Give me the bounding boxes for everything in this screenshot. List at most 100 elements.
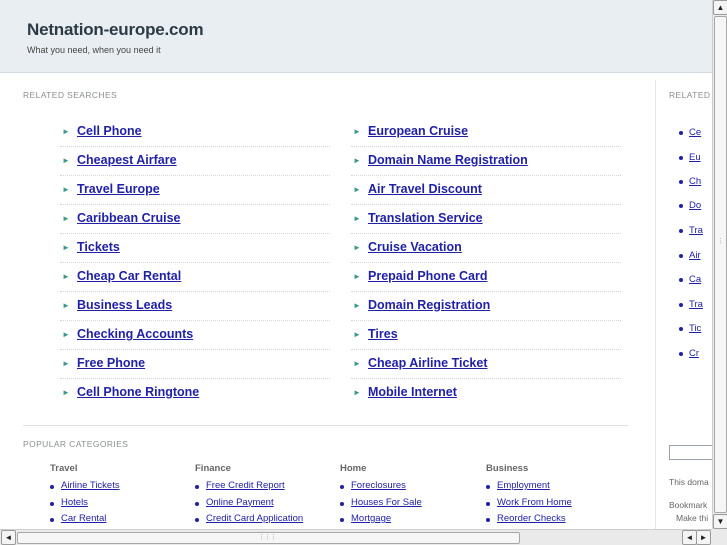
category-link[interactable]: Online Payment [206,497,274,508]
related-link[interactable]: Free Phone [77,356,145,370]
arrow-icon: ► [353,127,361,136]
vertical-scrollbar[interactable]: ▲ ⋮⋮⋮ ▼ [712,0,727,529]
bullet-icon [486,485,490,489]
arrow-icon: ► [62,243,70,252]
related-link[interactable]: Travel Europe [77,182,160,196]
list-item: Reorder Checks [486,513,626,530]
sidebar-item: Tra [679,299,703,310]
related-link[interactable]: Translation Service [368,211,483,225]
sidebar-link[interactable]: Ce [689,127,701,138]
bullet-icon [679,352,683,356]
related-link[interactable]: Air Travel Discount [368,182,482,196]
scrollbar-corner [712,529,727,545]
bullet-icon [679,180,683,184]
bookmark-link[interactable]: Bookmark [669,500,707,510]
list-item: ► Travel Europe [60,176,330,205]
make-homepage-link[interactable]: Make thi [676,513,708,523]
bullet-icon [195,501,199,506]
related-link[interactable]: Cheap Car Rental [77,269,181,283]
category-travel: Travel Airline Tickets Hotels Car Rental [50,463,190,530]
list-item: ► Mobile Internet [351,379,621,408]
related-link[interactable]: Cell Phone [77,124,142,138]
category-link[interactable]: Foreclosures [351,480,406,491]
sidebar-label: RELATED [669,90,711,100]
category-link[interactable]: Airline Tickets [61,480,120,491]
related-link[interactable]: Cruise Vacation [368,240,462,254]
category-title: Travel [50,463,78,474]
related-link[interactable]: Domain Registration [368,298,490,312]
scroll-left-button-secondary[interactable]: ◄ [682,530,697,545]
related-link[interactable]: Prepaid Phone Card [368,269,487,283]
sidebar-link[interactable]: Ca [689,274,701,285]
bullet-icon [679,278,683,282]
related-link[interactable]: Business Leads [77,298,172,312]
category-link[interactable]: Houses For Sale [351,497,422,508]
bullet-icon [679,229,683,233]
related-link[interactable]: Tickets [77,240,120,254]
list-item: ► Prepaid Phone Card [351,263,621,292]
list-item: Mortgage [340,513,480,530]
related-link[interactable]: Tires [368,327,398,341]
related-searches-label: RELATED SEARCHES [23,90,118,100]
category-link[interactable]: Car Rental [61,513,106,524]
scroll-right-button[interactable]: ► [696,530,711,545]
bullet-icon [486,518,490,522]
search-input[interactable] [669,445,712,460]
sidebar-link[interactable]: Tra [689,299,703,310]
related-searches-right-column: ► European Cruise ► Domain Name Registrati… [351,118,621,408]
category-link[interactable]: Free Credit Report [206,480,285,491]
list-item: ► Cell Phone Ringtone [60,379,330,408]
arrow-icon: ► [353,359,361,368]
arrow-icon: ► [62,330,70,339]
sidebar-link[interactable]: Eu [689,152,701,163]
list-item: ► Tickets [60,234,330,263]
category-link[interactable]: Work From Home [497,497,572,508]
list-item: Hotels [50,497,190,514]
category-finance: Finance Free Credit Report Online Paymen… [195,463,335,530]
bullet-icon [340,518,344,522]
sidebar-link[interactable]: Do [689,200,701,211]
arrow-icon: ► [62,185,70,194]
sidebar-item: Air [679,250,701,261]
sidebar-link[interactable]: Ch [689,176,701,187]
related-link[interactable]: Cheapest Airfare [77,153,177,167]
list-item: ► Caribbean Cruise [60,205,330,234]
bullet-icon [50,485,54,489]
arrow-icon: ► [62,359,70,368]
vertical-scroll-thumb[interactable]: ⋮⋮⋮ [714,16,727,513]
arrow-icon: ► [353,185,361,194]
sidebar-link[interactable]: Tra [689,225,703,236]
scroll-up-button[interactable]: ▲ [713,0,727,15]
category-title: Business [486,463,529,474]
category-link[interactable]: Reorder Checks [497,513,566,524]
category-link[interactable]: Employment [497,480,550,491]
horizontal-scroll-thumb[interactable]: ⋮⋮⋮ [17,532,520,544]
related-link[interactable]: Cheap Airline Ticket [368,356,487,370]
bullet-icon [679,156,683,160]
related-link[interactable]: Checking Accounts [77,327,193,341]
related-link[interactable]: Mobile Internet [368,385,457,399]
scroll-down-button[interactable]: ▼ [713,514,727,529]
sidebar-link[interactable]: Tic [689,323,701,334]
category-link[interactable]: Mortgage [351,513,391,524]
sidebar-link[interactable]: Air [689,250,701,261]
related-link[interactable]: European Cruise [368,124,468,138]
sidebar-item: Tic [679,323,701,334]
list-item: ► European Cruise [351,118,621,147]
category-link[interactable]: Credit Card Application [206,513,303,524]
list-item: Employment [486,480,626,497]
category-link[interactable]: Hotels [61,497,88,508]
popular-categories-label: POPULAR CATEGORIES [23,439,129,449]
list-item: ► Checking Accounts [60,321,330,350]
horizontal-scrollbar[interactable]: ◄ ⋮⋮⋮ ◄ ► [0,529,712,545]
bullet-icon [195,485,199,489]
scroll-left-button[interactable]: ◄ [1,530,16,545]
related-link[interactable]: Domain Name Registration [368,153,528,167]
related-link[interactable]: Caribbean Cruise [77,211,181,225]
bullet-icon [679,303,683,307]
sidebar-item: Eu [679,152,701,163]
sidebar-link[interactable]: Cr [689,348,699,359]
category-business: Business Employment Work From Home Reord… [486,463,626,530]
related-link[interactable]: Cell Phone Ringtone [77,385,199,399]
sidebar-item: Ce [679,127,701,138]
